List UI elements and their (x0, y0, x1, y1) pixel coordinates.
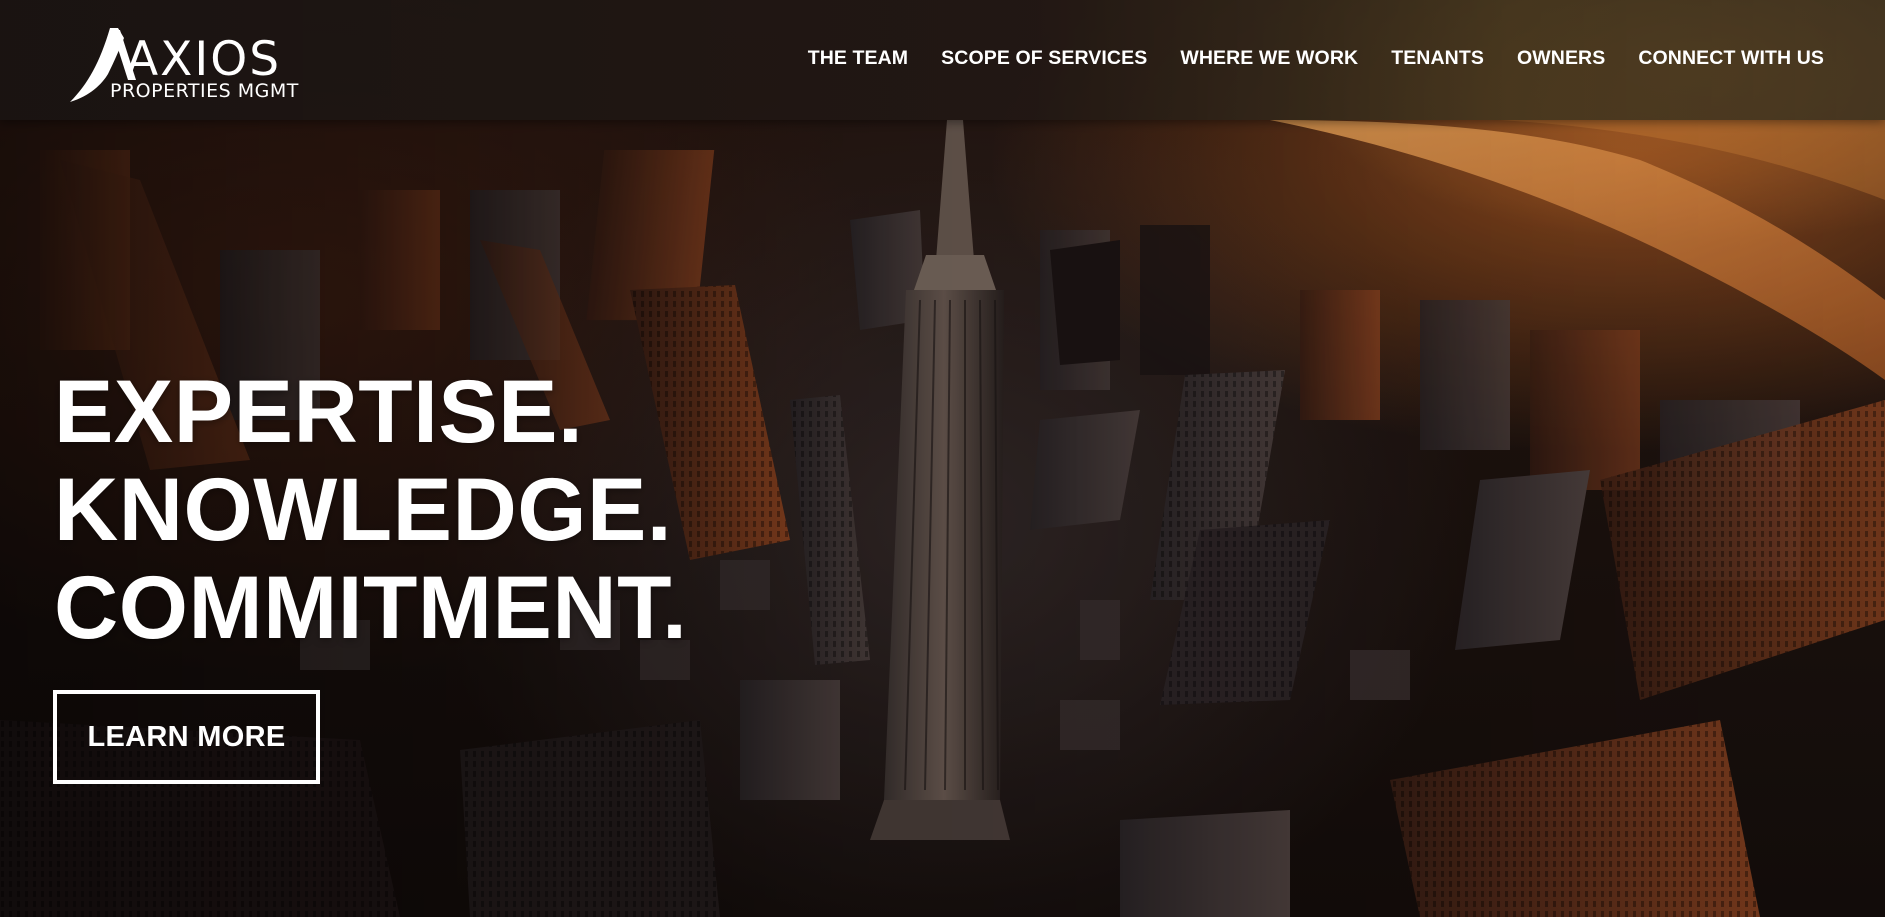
nav-list: THE TEAM SCOPE OF SERVICES WHERE WE WORK… (808, 47, 1824, 70)
nav-item-owners[interactable]: OWNERS (1517, 47, 1605, 69)
brand-name: AXIOS (126, 32, 282, 87)
brand-logo[interactable]: AXIOS PROPERTIES MGMT (66, 22, 316, 106)
site-header: AXIOS PROPERTIES MGMT THE TEAM SCOPE OF … (0, 0, 1885, 120)
headline-line-knowledge: KNOWLEDGE. (54, 459, 673, 559)
headline-line-expertise: EXPERTISE. (54, 361, 584, 461)
nav-item-scope-of-services[interactable]: SCOPE OF SERVICES (941, 47, 1147, 69)
nav-item-connect-with-us[interactable]: CONNECT WITH US (1638, 47, 1824, 69)
page: AXIOS PROPERTIES MGMT THE TEAM SCOPE OF … (0, 0, 1885, 917)
hero-headline: EXPERTISE. KNOWLEDGE. COMMITMENT. (54, 362, 687, 656)
headline-line-commitment: COMMITMENT. (54, 557, 688, 657)
nav-item-tenants[interactable]: TENANTS (1391, 47, 1484, 69)
nav-item-the-team[interactable]: THE TEAM (808, 47, 908, 69)
learn-more-button[interactable]: LEARN MORE (53, 690, 320, 784)
nav-item-where-we-work[interactable]: WHERE WE WORK (1180, 47, 1358, 69)
brand-tagline: PROPERTIES MGMT (110, 80, 299, 102)
